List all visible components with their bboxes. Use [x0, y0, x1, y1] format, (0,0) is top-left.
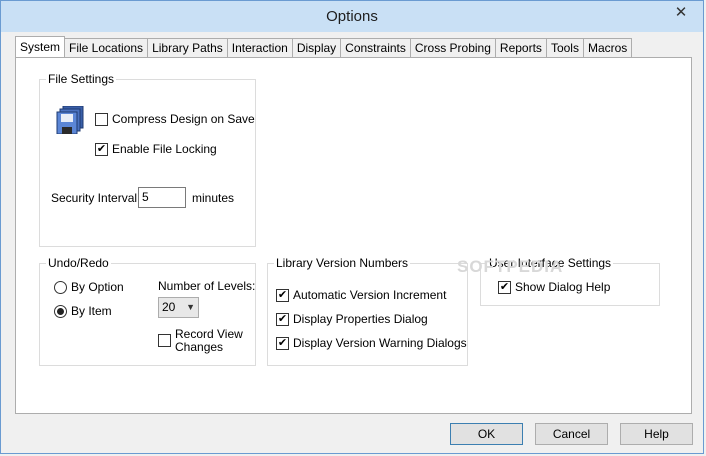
- minutes-label: minutes: [192, 191, 235, 205]
- security-interval-input[interactable]: 5: [138, 187, 186, 208]
- record-view-checkbox-box[interactable]: [158, 334, 171, 347]
- compress-checkbox-box[interactable]: [95, 112, 108, 126]
- compress-design-checkbox[interactable]: Compress Design on Save: [95, 112, 255, 126]
- cancel-button[interactable]: Cancel: [535, 423, 608, 445]
- tab-interaction[interactable]: Interaction: [226, 38, 293, 57]
- security-interval-label: Security Interval:: [51, 191, 141, 205]
- radio-selected-dot: [57, 307, 64, 315]
- floppy-disk-icon: [56, 106, 84, 134]
- tab-file-locations[interactable]: File Locations: [64, 38, 149, 57]
- levels-label: Number of Levels:: [158, 279, 256, 293]
- close-icon: ✕: [674, 4, 688, 21]
- file-settings-legend: File Settings: [48, 72, 115, 86]
- compress-label: Compress Design on Save: [112, 112, 255, 126]
- display-warning-checkbox-box[interactable]: ✔: [276, 336, 289, 350]
- library-version-legend: Library Version Numbers: [276, 256, 409, 270]
- title-bar: Options ✕: [1, 1, 703, 32]
- help-button[interactable]: Help: [620, 423, 693, 445]
- tab-macros[interactable]: Macros: [582, 38, 633, 57]
- by-item-radio[interactable]: By Item: [54, 304, 112, 318]
- options-window: Options ✕ System File Locations Library …: [0, 0, 704, 454]
- undo-redo-legend: Undo/Redo: [48, 256, 109, 270]
- tab-system[interactable]: System: [15, 36, 66, 57]
- by-option-radio-circle[interactable]: [54, 280, 67, 294]
- tab-strip: System File Locations Library Paths Inte…: [15, 36, 633, 58]
- display-props-checkbox-box[interactable]: ✔: [276, 312, 289, 326]
- auto-increment-label: Automatic Version Increment: [293, 288, 447, 302]
- record-view-label-line2: Changes: [175, 340, 224, 354]
- display-properties-dialog-checkbox[interactable]: ✔ Display Properties Dialog: [276, 312, 428, 326]
- tab-constraints[interactable]: Constraints: [340, 38, 411, 57]
- close-button[interactable]: ✕: [665, 2, 697, 22]
- show-dialog-help-checkbox[interactable]: ✔ Show Dialog Help: [498, 280, 610, 294]
- levels-select[interactable]: 20 ▼: [158, 297, 199, 318]
- levels-value: 20: [162, 300, 176, 314]
- tab-tools[interactable]: Tools: [545, 38, 584, 57]
- window-title: Options: [326, 8, 378, 25]
- show-help-checkbox-box[interactable]: ✔: [498, 280, 511, 294]
- file-locking-label: Enable File Locking: [112, 142, 217, 156]
- auto-version-increment-checkbox[interactable]: ✔ Automatic Version Increment: [276, 288, 446, 302]
- tab-library-paths[interactable]: Library Paths: [147, 38, 228, 57]
- tab-display[interactable]: Display: [291, 38, 342, 57]
- display-props-label: Display Properties Dialog: [293, 312, 428, 326]
- softpedia-watermark: SOFTPEDIA: [457, 257, 564, 276]
- record-view-changes-checkbox[interactable]: Record View Changes: [158, 328, 243, 354]
- by-item-radio-circle[interactable]: [54, 304, 67, 318]
- by-option-radio[interactable]: By Option: [54, 280, 124, 294]
- display-warning-label: Display Version Warning Dialogs: [293, 336, 467, 350]
- file-settings-group: File Settings: [39, 72, 256, 247]
- ok-button[interactable]: OK: [450, 423, 523, 445]
- file-locking-checkbox-box[interactable]: ✔: [95, 142, 108, 156]
- by-item-label: By Item: [71, 304, 112, 318]
- by-option-label: By Option: [71, 280, 124, 294]
- tab-cross-probing[interactable]: Cross Probing: [409, 38, 496, 57]
- chevron-down-icon: ▼: [186, 302, 195, 312]
- enable-file-locking-checkbox[interactable]: ✔ Enable File Locking: [95, 142, 217, 156]
- tab-reports[interactable]: Reports: [494, 38, 547, 57]
- record-view-label: Record View Changes: [175, 328, 243, 354]
- show-help-label: Show Dialog Help: [515, 280, 611, 294]
- display-version-warning-checkbox[interactable]: ✔ Display Version Warning Dialogs: [276, 336, 467, 350]
- auto-increment-checkbox-box[interactable]: ✔: [276, 288, 289, 302]
